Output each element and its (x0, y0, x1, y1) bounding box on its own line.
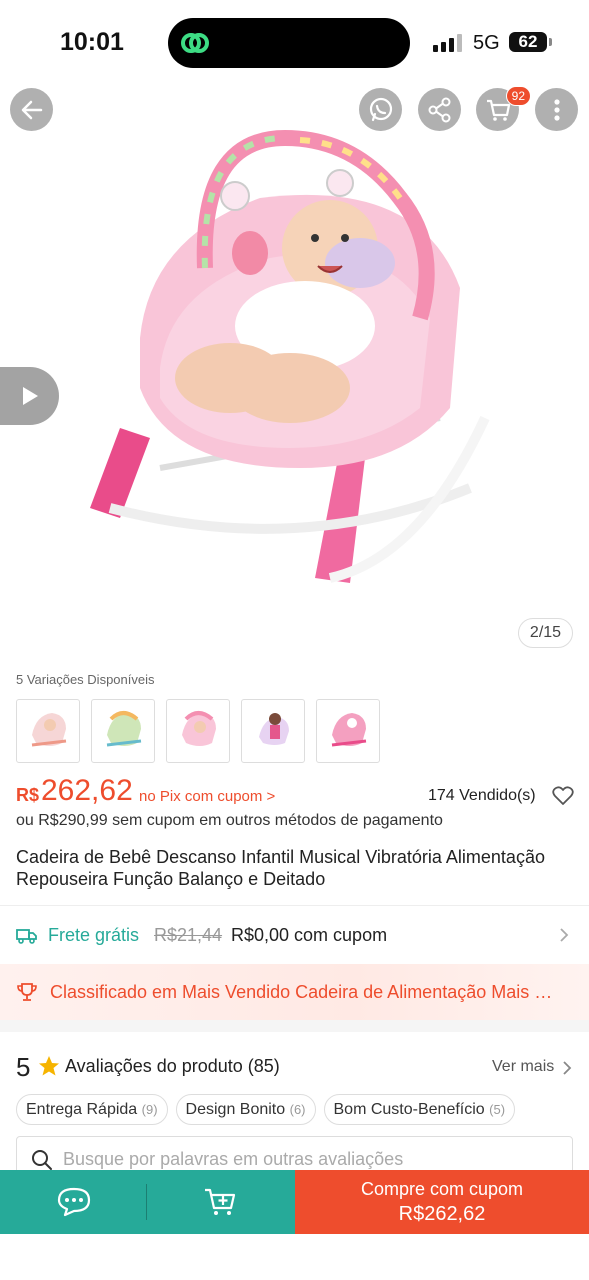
buy-button-label: Compre com cupom (360, 1179, 524, 1199)
chevron-right-icon (563, 1061, 572, 1075)
buy-button-price: R$262,62 (398, 1203, 486, 1225)
buy-with-coupon-button[interactable]: Compre com cupom R$262,62 (295, 1170, 589, 1234)
chevron-right-icon (560, 928, 569, 942)
price-currency: R$ (16, 785, 40, 805)
reviews-title: Avaliações do produto (85) (65, 1056, 280, 1076)
star-icon (39, 1056, 59, 1076)
review-search-input[interactable] (63, 1145, 543, 1173)
image-counter: 2/15 (518, 618, 573, 648)
status-bar: 10:01 5G 62 (0, 0, 589, 88)
play-video-button[interactable] (0, 367, 59, 425)
chat-icon (57, 1187, 90, 1217)
shipping-old-price: R$21,44 (154, 925, 223, 945)
review-chip[interactable]: Entrega Rápida (9) (16, 1094, 168, 1125)
review-chip[interactable]: Design Bonito (6) (175, 1094, 316, 1125)
see-more-link[interactable]: Ver mais (492, 1058, 554, 1076)
arrow-left-icon (21, 100, 42, 119)
chip-count: (6) (289, 1102, 306, 1117)
dynamic-island (168, 18, 410, 68)
share-button[interactable] (418, 88, 461, 131)
battery-icon: 62 (509, 32, 552, 52)
variation-image (106, 711, 142, 747)
section-gap (0, 1020, 589, 1032)
truck-icon (16, 929, 37, 944)
review-chip[interactable]: Bom Custo-Benefício (5) (323, 1094, 516, 1125)
shipping-new-price: R$0,00 com cupom (231, 925, 388, 945)
trophy-icon (17, 983, 37, 1001)
add-to-cart-button[interactable] (147, 1170, 295, 1234)
network-type: 5G (473, 32, 500, 54)
shipping-row[interactable]: Frete grátis R$21,44 R$0,00 com cupom (0, 906, 589, 964)
more-options-button[interactable] (535, 88, 578, 131)
chip-label: Bom Custo-Benefício (333, 1101, 485, 1118)
variation-image (259, 713, 289, 745)
more-vertical-icon (553, 98, 560, 121)
status-time: 10:01 (60, 28, 124, 56)
ranking-banner[interactable]: Classificado em Mais Vendido Cadeira de … (0, 964, 589, 1020)
cart-button[interactable]: 92 (476, 86, 531, 131)
back-button[interactable] (10, 88, 53, 131)
variations-label: 5 Variações Disponíveis (16, 672, 155, 687)
price-row: R$ 262,62 no Pix com cupom > 174 Vendido… (16, 774, 574, 810)
chip-label: Design Bonito (185, 1101, 286, 1118)
variation-thumb[interactable] (16, 699, 80, 763)
product-image (90, 129, 490, 583)
search-icon (32, 1150, 52, 1170)
home-indicator-area (0, 1234, 589, 1280)
review-filter-chips: Entrega Rápida (9) Design Bonito (6) Bom… (16, 1094, 516, 1125)
price-value: 262,62 (41, 774, 133, 807)
chip-label: Entrega Rápida (26, 1101, 138, 1118)
cart-count-badge: 92 (505, 86, 531, 106)
product-title: Cadeira de Bebê Descanso Infantil Musica… (16, 847, 545, 889)
variation-thumb[interactable] (316, 699, 380, 763)
signal-icon (433, 34, 462, 52)
variation-image (182, 711, 216, 746)
variation-thumb[interactable] (166, 699, 230, 763)
add-to-cart-icon (205, 1188, 236, 1215)
chat-button[interactable] (0, 1170, 147, 1234)
free-shipping-label: Frete grátis (48, 925, 140, 945)
variation-thumbnails (16, 699, 380, 763)
rating-value: 5 (16, 1052, 31, 1082)
whatsapp-button[interactable] (359, 88, 402, 131)
chip-count: (5) (489, 1102, 506, 1117)
variation-image (331, 713, 367, 747)
pix-coupon-link[interactable]: no Pix com cupom > (139, 788, 275, 805)
product-gallery[interactable]: 92 2/15 (0, 86, 589, 660)
alt-price-text: ou R$290,99 sem cupom em outros métodos … (16, 812, 443, 829)
sold-count: 174 Vendido(s) (428, 787, 536, 804)
chip-count: (9) (141, 1102, 158, 1117)
share-icon (428, 97, 450, 122)
play-icon (22, 387, 38, 405)
whatsapp-icon (369, 97, 392, 121)
heart-icon[interactable] (552, 786, 574, 806)
link-icon (181, 33, 209, 53)
variation-thumb[interactable] (241, 699, 305, 763)
ranking-text: Classificado em Mais Vendido Cadeira de … (50, 982, 560, 1002)
variation-image (31, 713, 67, 747)
bottom-action-bar: Compre com cupom R$262,62 (0, 1170, 589, 1234)
variation-thumb[interactable] (91, 699, 155, 763)
reviews-header: 5 Avaliações do produto (85) Ver mais (16, 1052, 574, 1082)
